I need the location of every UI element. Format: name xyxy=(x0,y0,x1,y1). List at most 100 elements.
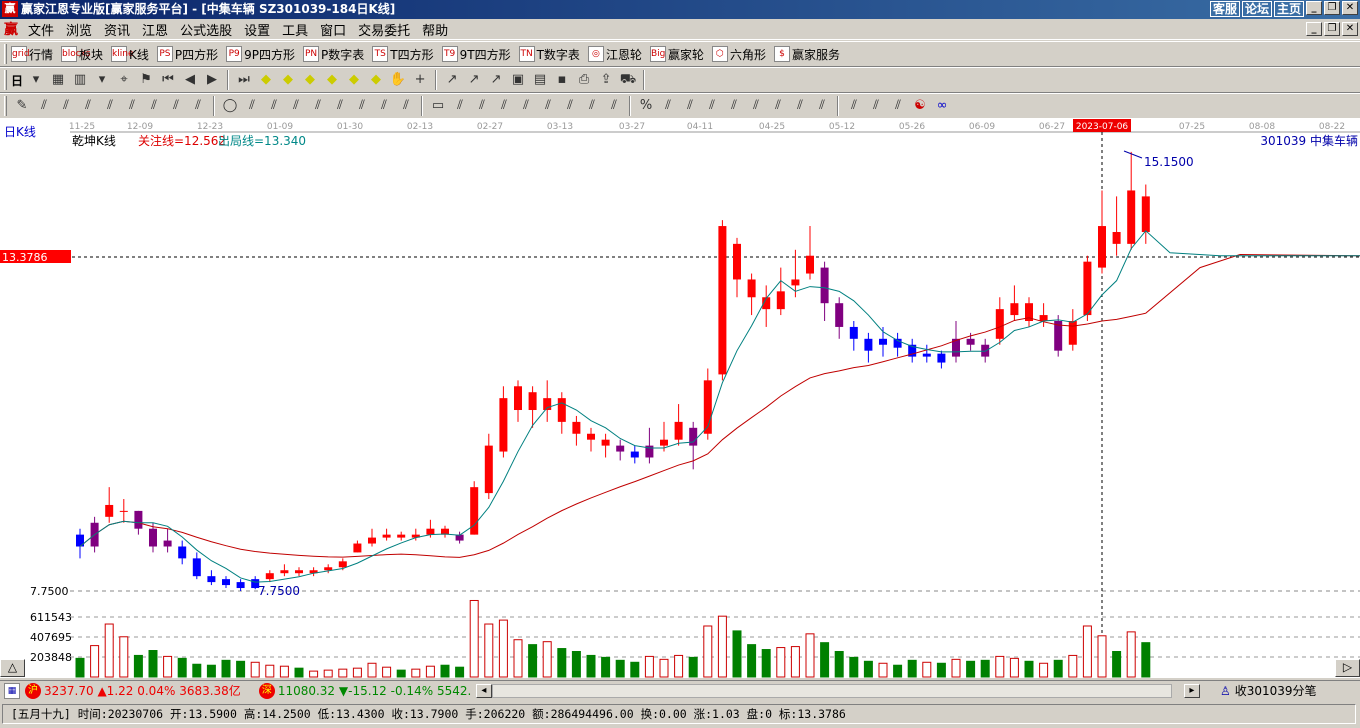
toolbar-button-2[interactable]: kline K线 xyxy=(111,46,149,63)
scroll-right-button[interactable]: ▸ xyxy=(1183,683,1200,698)
restore-button[interactable]: ❐ xyxy=(1324,1,1340,15)
toolbar-button-7[interactable]: T9 9T四方形 xyxy=(441,46,511,63)
percent-icon[interactable]: % xyxy=(637,97,655,115)
toolbar-button-11[interactable]: ⬡ 六角形 xyxy=(711,46,766,63)
prev-icon[interactable]: ◀ xyxy=(181,71,199,89)
toolbar-button-10[interactable]: Big 赢家轮 xyxy=(649,46,704,63)
export-icon[interactable]: ⇪ xyxy=(597,71,615,89)
print-icon[interactable]: ⎙ xyxy=(575,71,593,89)
scroll-left-button[interactable]: ◂ xyxy=(475,683,492,698)
kline-chart[interactable]: 11-25 12-09 12-23 01-09 01-30 02-13 02-27 03-13… xyxy=(0,118,1360,678)
line-icon[interactable]: ⫽ xyxy=(769,97,787,115)
line-icon[interactable]: ⫽ xyxy=(353,97,371,115)
draw-icon[interactable]: ↗ xyxy=(487,71,505,89)
save-icon[interactable]: ▪ xyxy=(553,71,571,89)
menu-trade[interactable]: 交易委托 xyxy=(352,20,416,39)
menu-browse[interactable]: 浏览 xyxy=(60,20,98,39)
line-icon[interactable]: ⫽ xyxy=(287,97,305,115)
line-icon[interactable]: ⫽ xyxy=(397,97,415,115)
bar-chart-icon[interactable]: ▥ xyxy=(71,71,89,89)
diamond-icon[interactable]: ◆ xyxy=(345,71,363,89)
line-icon[interactable]: ⫽ xyxy=(725,97,743,115)
line-icon[interactable]: ⫽ xyxy=(243,97,261,115)
line-icon[interactable]: ⫽ xyxy=(57,97,75,115)
line-icon[interactable]: ⫽ xyxy=(681,97,699,115)
close-button[interactable]: ✕ xyxy=(1342,1,1358,15)
line-icon[interactable]: ⫽ xyxy=(123,97,141,115)
circle-icon[interactable]: ◯ xyxy=(221,97,239,115)
line-icon[interactable]: ⫽ xyxy=(583,97,601,115)
diamond-icon[interactable]: ◆ xyxy=(279,71,297,89)
line-icon[interactable]: ⫽ xyxy=(167,97,185,115)
line-icon[interactable]: ⫽ xyxy=(889,97,907,115)
toolbar-button-0[interactable]: grid 行情 xyxy=(11,46,53,63)
line-icon[interactable]: ⫽ xyxy=(375,97,393,115)
draw-icon[interactable]: ↗ xyxy=(443,71,461,89)
child-minimize-button[interactable]: _ xyxy=(1306,22,1322,36)
service-link[interactable]: 客服 xyxy=(1209,1,1240,17)
diamond-icon[interactable]: ◆ xyxy=(257,71,275,89)
line-icon[interactable]: ⫽ xyxy=(517,97,535,115)
line-icon[interactable]: ⫽ xyxy=(813,97,831,115)
horizontal-scrollbar[interactable]: ◂ ▸ xyxy=(475,683,1200,698)
toolbar-grip[interactable] xyxy=(4,96,7,116)
child-restore-button[interactable]: ❐ xyxy=(1324,22,1340,36)
yinyang-icon[interactable]: ☯ xyxy=(911,97,929,115)
line-icon[interactable]: ⫽ xyxy=(703,97,721,115)
flag-icon[interactable]: ⚑ xyxy=(137,71,155,89)
calendar-icon[interactable]: ▣ xyxy=(509,71,527,89)
toolbar-button-4[interactable]: P9 9P四方形 xyxy=(226,46,295,63)
draw-icon[interactable]: ↗ xyxy=(465,71,483,89)
last-icon[interactable]: ⏭ xyxy=(235,71,253,89)
line-icon[interactable]: ⫽ xyxy=(331,97,349,115)
line-icon[interactable]: ⫽ xyxy=(561,97,579,115)
line-icon[interactable]: ⫽ xyxy=(145,97,163,115)
toolbar-grip[interactable] xyxy=(4,70,7,90)
menu-settings[interactable]: 设置 xyxy=(238,20,276,39)
next-icon[interactable]: ▶ xyxy=(203,71,221,89)
line-icon[interactable]: ⫽ xyxy=(659,97,677,115)
toolbar-button-12[interactable]: $ 赢家服务 xyxy=(773,46,840,63)
toolbar-button-6[interactable]: TS T四方形 xyxy=(372,46,434,63)
crosshair-icon[interactable]: + xyxy=(411,71,429,89)
tick-detail-label[interactable]: 收301039分笔 xyxy=(1235,682,1317,699)
next-indicator-button[interactable]: ▷ xyxy=(1335,659,1360,677)
child-close-button[interactable]: ✕ xyxy=(1342,22,1358,36)
menu-gann[interactable]: 江恩 xyxy=(136,20,174,39)
menu-news[interactable]: 资讯 xyxy=(98,20,136,39)
hand-icon[interactable]: ✋ xyxy=(389,71,407,89)
cursor-icon[interactable]: ⌖ xyxy=(115,71,133,89)
rect-icon[interactable]: ▭ xyxy=(429,97,447,115)
dropdown-icon[interactable]: ▾ xyxy=(93,71,111,89)
menu-tools[interactable]: 工具 xyxy=(276,20,314,39)
menu-window[interactable]: 窗口 xyxy=(314,20,352,39)
toolbar-button-9[interactable]: ◎ 江恩轮 xyxy=(587,46,642,63)
dropdown-icon[interactable]: ▾ xyxy=(27,71,45,89)
toolbar-button-8[interactable]: TN T数字表 xyxy=(518,46,580,63)
diamond-icon[interactable]: ◆ xyxy=(367,71,385,89)
line-icon[interactable]: ⫽ xyxy=(867,97,885,115)
menu-help[interactable]: 帮助 xyxy=(416,20,454,39)
minimize-button[interactable]: _ xyxy=(1306,1,1322,15)
line-icon[interactable]: ⫽ xyxy=(747,97,765,115)
line-icon[interactable]: ⫽ xyxy=(189,97,207,115)
line-icon[interactable]: ⫽ xyxy=(495,97,513,115)
toolbar-grip[interactable] xyxy=(4,44,7,64)
toolbar-button-3[interactable]: PS P四方形 xyxy=(156,46,218,63)
menu-formula[interactable]: 公式选股 xyxy=(174,20,238,39)
diamond-icon[interactable]: ◆ xyxy=(323,71,341,89)
line-icon[interactable]: ⫽ xyxy=(265,97,283,115)
truck-icon[interactable]: ⛟ xyxy=(619,71,637,89)
line-icon[interactable]: ⫽ xyxy=(451,97,469,115)
infinity-icon[interactable]: ∞ xyxy=(933,97,951,115)
forum-link[interactable]: 论坛 xyxy=(1241,1,1272,17)
line-icon[interactable]: ⫽ xyxy=(101,97,119,115)
toolbar-button-1[interactable]: blocks 板块 xyxy=(61,46,103,63)
line-icon[interactable]: ⫽ xyxy=(539,97,557,115)
kline-svg[interactable]: 11-25 12-09 12-23 01-09 01-30 02-13 02-27 03-13… xyxy=(0,118,1360,678)
homepage-link[interactable]: 主页 xyxy=(1273,1,1304,17)
diamond-icon[interactable]: ◆ xyxy=(301,71,319,89)
pen-icon[interactable]: ✎ xyxy=(13,97,31,115)
menu-file[interactable]: 文件 xyxy=(22,20,60,39)
line-icon[interactable]: ⫽ xyxy=(845,97,863,115)
